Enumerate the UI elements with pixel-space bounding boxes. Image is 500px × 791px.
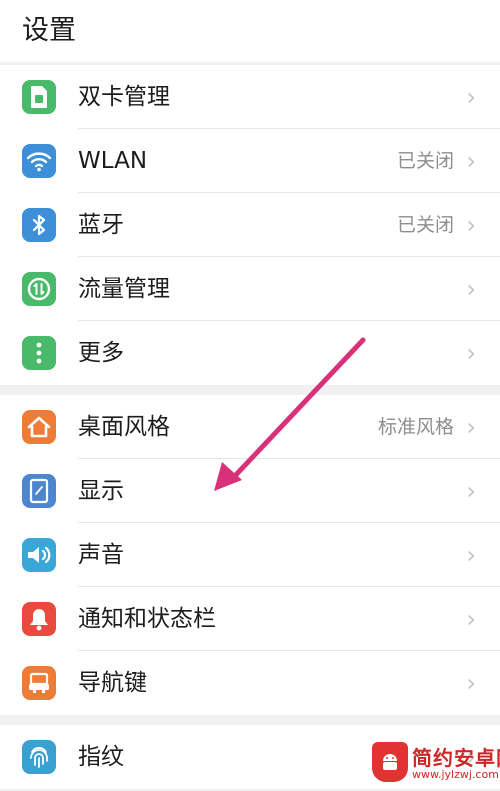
fingerprint-icon: [22, 740, 56, 774]
chevron-right-icon: ›: [466, 147, 476, 175]
chevron-right-icon: ›: [466, 275, 476, 303]
settings-item-label: 声音: [78, 542, 124, 568]
chevron-right-icon: ›: [466, 211, 476, 239]
navigation-key-icon: [22, 666, 56, 700]
settings-item-label: 双卡管理: [78, 84, 170, 110]
settings-item-data-usage[interactable]: 流量管理 ›: [0, 257, 500, 321]
settings-item-bluetooth[interactable]: 蓝牙 已关闭 ›: [0, 193, 500, 257]
data-usage-icon: [22, 272, 56, 306]
bluetooth-icon: [22, 208, 56, 242]
settings-item-label: 导航键: [78, 670, 147, 696]
watermark-name: 简约安卓网: [412, 746, 500, 770]
chevron-right-icon: ›: [466, 83, 476, 111]
settings-item-label: 桌面风格: [78, 414, 170, 440]
settings-item-sound[interactable]: 声音 ›: [0, 523, 500, 587]
page-title: 设置: [22, 15, 76, 46]
settings-item-dual-sim[interactable]: 双卡管理 ›: [0, 65, 500, 129]
settings-item-label: 更多: [78, 340, 124, 366]
settings-item-label: 显示: [78, 478, 124, 504]
chevron-right-icon: ›: [466, 605, 476, 633]
settings-item-display[interactable]: 显示 ›: [0, 459, 500, 523]
settings-item-value: 已关闭: [396, 150, 454, 172]
more-icon: [22, 336, 56, 370]
chevron-right-icon: ›: [466, 339, 476, 367]
settings-item-label: WLAN: [78, 148, 148, 174]
android-logo-icon: [372, 742, 408, 782]
settings-item-label: 流量管理: [78, 276, 170, 302]
settings-group-network: 双卡管理 › WLAN 已关闭 › 蓝牙 已关闭 › 流量管理 › 更多 ›: [0, 65, 500, 385]
notification-icon: [22, 602, 56, 636]
chevron-right-icon: ›: [466, 669, 476, 697]
settings-item-label: 通知和状态栏: [78, 606, 216, 632]
settings-item-label: 蓝牙: [78, 212, 124, 238]
settings-item-navigation-keys[interactable]: 导航键 ›: [0, 651, 500, 715]
display-icon: [22, 474, 56, 508]
header-bar: 设置: [0, 0, 500, 62]
settings-item-label: 指纹: [78, 744, 124, 770]
watermark-url: www.jylzwj.com: [412, 768, 499, 781]
chevron-right-icon: ›: [466, 541, 476, 569]
settings-item-desktop-style[interactable]: 桌面风格 标准风格 ›: [0, 395, 500, 459]
settings-group-display: 桌面风格 标准风格 › 显示 › 声音 › 通知和状态栏 › 导航键 ›: [0, 395, 500, 715]
chevron-right-icon: ›: [466, 413, 476, 441]
sound-icon: [22, 538, 56, 572]
wifi-icon: [22, 144, 56, 178]
settings-item-wlan[interactable]: WLAN 已关闭 ›: [0, 129, 500, 193]
chevron-right-icon: ›: [466, 477, 476, 505]
settings-item-value: 标准风格: [377, 416, 454, 438]
settings-item-notifications[interactable]: 通知和状态栏 ›: [0, 587, 500, 651]
watermark-logo: 简约安卓网 www.jylzwj.com: [372, 738, 500, 791]
home-icon: [22, 410, 56, 444]
settings-item-value: 已关闭: [396, 214, 454, 236]
settings-item-more[interactable]: 更多 ›: [0, 321, 500, 385]
sim-card-icon: [22, 80, 56, 114]
